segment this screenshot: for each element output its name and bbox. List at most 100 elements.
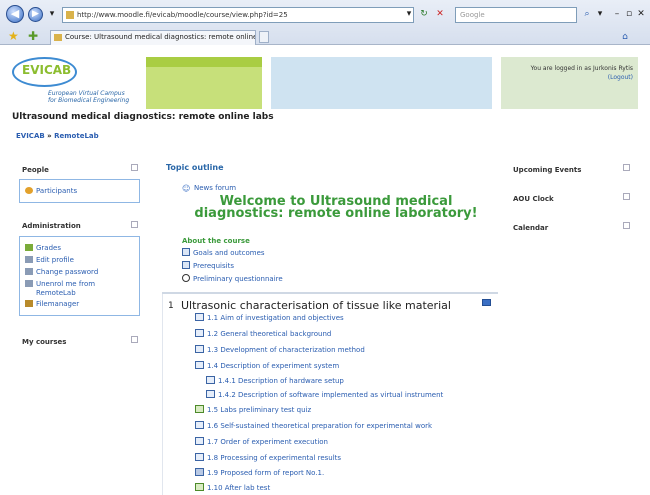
section-highlight-icon[interactable] — [482, 299, 491, 306]
upcoming-events-title: Upcoming Events — [513, 166, 582, 174]
section-title: Ultrasonic characterisation of tissue li… — [181, 299, 451, 312]
section-number: 1 — [168, 301, 174, 311]
resource-link[interactable]: 1.8 Processing of experimental results — [195, 453, 341, 463]
administration-block-title: Administration — [22, 222, 81, 230]
page-icon — [195, 345, 204, 353]
resource-link[interactable]: 1.1 Aim of investigation and objectives — [195, 313, 344, 323]
assignment-link[interactable]: 1.9 Proposed form of report No.1. — [195, 468, 324, 478]
favicon-icon — [66, 11, 74, 19]
resource-link[interactable]: 1.3 Development of characterization meth… — [195, 345, 365, 355]
page-icon — [195, 313, 204, 321]
address-dropdown-icon[interactable]: ▾ — [404, 7, 414, 23]
search-dropdown-icon[interactable]: ▾ — [596, 7, 604, 23]
address-bar[interactable]: http://www.moodle.fi/evicab/moodle/cours… — [62, 7, 414, 23]
questionnaire-icon — [182, 274, 190, 282]
filemanager-link[interactable]: Filemanager — [25, 300, 79, 309]
page-icon — [206, 376, 215, 384]
stop-icon[interactable]: ✕ — [433, 7, 447, 23]
aou-clock-title: AOU Clock — [513, 195, 554, 203]
edit-profile-label: Edit profile — [36, 256, 74, 264]
quiz-icon — [195, 483, 204, 491]
participants-label: Participants — [36, 187, 78, 195]
questionnaire-link[interactable]: Preliminary questionnaire — [182, 274, 283, 284]
resource-label: 1.9 Proposed form of report No.1. — [207, 469, 325, 477]
refresh-icon[interactable]: ↻ — [417, 7, 431, 23]
people-hide-icon[interactable] — [131, 164, 138, 171]
quiz-link[interactable]: 1.5 Labs preliminary test quiz — [195, 405, 311, 415]
login-info: You are logged in as Jurkonis Rytis (Log… — [505, 64, 633, 82]
my-courses-hide-icon[interactable] — [131, 336, 138, 343]
add-favorite-icon[interactable]: ✚ — [28, 29, 38, 43]
forward-button[interactable]: ▶ — [28, 7, 43, 22]
logo-subtitle-line2: for Biomedical Engineering — [48, 97, 130, 104]
browser-tab[interactable]: Course: Ultrasound medical diagnostics: … — [50, 30, 256, 45]
unenrol-link[interactable]: Unenrol me from — [25, 280, 95, 289]
breadcrumb-current[interactable]: RemoteLab — [54, 132, 99, 140]
search-input[interactable]: Google — [455, 7, 577, 23]
resource-label: 1.1 Aim of investigation and objectives — [207, 314, 344, 322]
unenrol-icon — [25, 280, 33, 287]
participants-link[interactable]: Participants — [25, 187, 77, 196]
tab-title: Course: Ultrasound medical diagnostics: … — [65, 33, 256, 41]
maximize-icon[interactable]: ▫ — [624, 7, 634, 23]
resource-label: 1.2 General theoretical background — [207, 330, 332, 338]
unenrol-link-continued[interactable]: RemoteLab — [36, 289, 76, 298]
page-icon — [195, 421, 204, 429]
resource-label: 1.4 Description of experiment system — [207, 362, 340, 370]
participants-icon — [25, 187, 33, 194]
prerequisits-link[interactable]: Prerequisits — [182, 261, 234, 271]
search-icon[interactable]: ⌕ — [580, 7, 594, 23]
edit-profile-link[interactable]: Edit profile — [25, 256, 74, 265]
people-block: Participants — [19, 179, 140, 203]
resource-link[interactable]: 1.4.2 Description of software implemente… — [206, 390, 443, 400]
page-icon — [195, 453, 204, 461]
page-icon — [195, 437, 204, 445]
minimize-icon[interactable]: – — [612, 7, 622, 23]
news-forum-link[interactable]: ☺ News forum — [182, 184, 236, 193]
aou-clock-hide-icon[interactable] — [623, 193, 630, 200]
resource-label: 1.4.2 Description of software implemente… — [218, 391, 444, 399]
breadcrumb-separator: » — [47, 132, 52, 140]
calendar-hide-icon[interactable] — [623, 222, 630, 229]
resource-link[interactable]: 1.6 Self-sustained theoretical preparati… — [195, 421, 432, 431]
resource-link[interactable]: 1.2 General theoretical background — [195, 329, 331, 339]
forum-icon: ☺ — [182, 184, 191, 193]
resource-label: 1.4.1 Description of hardware setup — [218, 377, 344, 385]
goals-label: Goals and outcomes — [193, 249, 265, 257]
goals-link[interactable]: Goals and outcomes — [182, 248, 265, 258]
favorites-star-icon[interactable]: ★ — [8, 29, 19, 43]
resource-label: 1.10 After lab test — [207, 484, 271, 492]
new-tab-button[interactable] — [259, 31, 269, 43]
login-text: You are logged in as Jurkonis Rytis — [530, 65, 633, 72]
grades-link[interactable]: Grades — [25, 244, 61, 253]
resource-label: 1.3 Development of characterization meth… — [207, 346, 365, 354]
quiz-link[interactable]: 1.10 After lab test — [195, 483, 270, 493]
home-icon[interactable]: ⌂ — [618, 30, 632, 46]
resource-label: 1.5 Labs preliminary test quiz — [207, 406, 312, 414]
logo-subtitle-line1: European Virtual Campus — [48, 90, 125, 97]
evicab-logo[interactable]: EVICAB European Virtual Campus for Biome… — [12, 57, 140, 107]
administration-block: Grades Edit profile Change password Unen… — [19, 236, 140, 316]
breadcrumb-root[interactable]: EVICAB — [16, 132, 45, 140]
unenrol-course-label: RemoteLab — [36, 289, 76, 297]
news-forum-label: News forum — [194, 184, 237, 192]
prerequisits-label: Prerequisits — [193, 262, 234, 270]
change-password-icon — [25, 268, 33, 275]
edit-profile-icon — [25, 256, 33, 263]
header-band-green — [146, 57, 262, 109]
resource-link[interactable]: 1.7 Order of experiment execution — [195, 437, 328, 447]
close-window-icon[interactable]: ✕ — [636, 7, 646, 23]
history-dropdown-icon[interactable]: ▾ — [47, 7, 57, 23]
logout-link[interactable]: (Logout) — [608, 74, 633, 81]
upcoming-events-hide-icon[interactable] — [623, 164, 630, 171]
change-password-label: Change password — [36, 268, 99, 276]
change-password-link[interactable]: Change password — [25, 268, 98, 277]
resource-link[interactable]: 1.4.1 Description of hardware setup — [206, 376, 344, 386]
page-icon — [182, 248, 190, 256]
back-button[interactable]: ◀ — [6, 5, 24, 23]
page-icon — [195, 329, 204, 337]
logo-name: EVICAB — [22, 63, 72, 77]
administration-hide-icon[interactable] — [131, 221, 138, 228]
page-icon — [182, 261, 190, 269]
resource-link[interactable]: 1.4 Description of experiment system — [195, 361, 339, 371]
